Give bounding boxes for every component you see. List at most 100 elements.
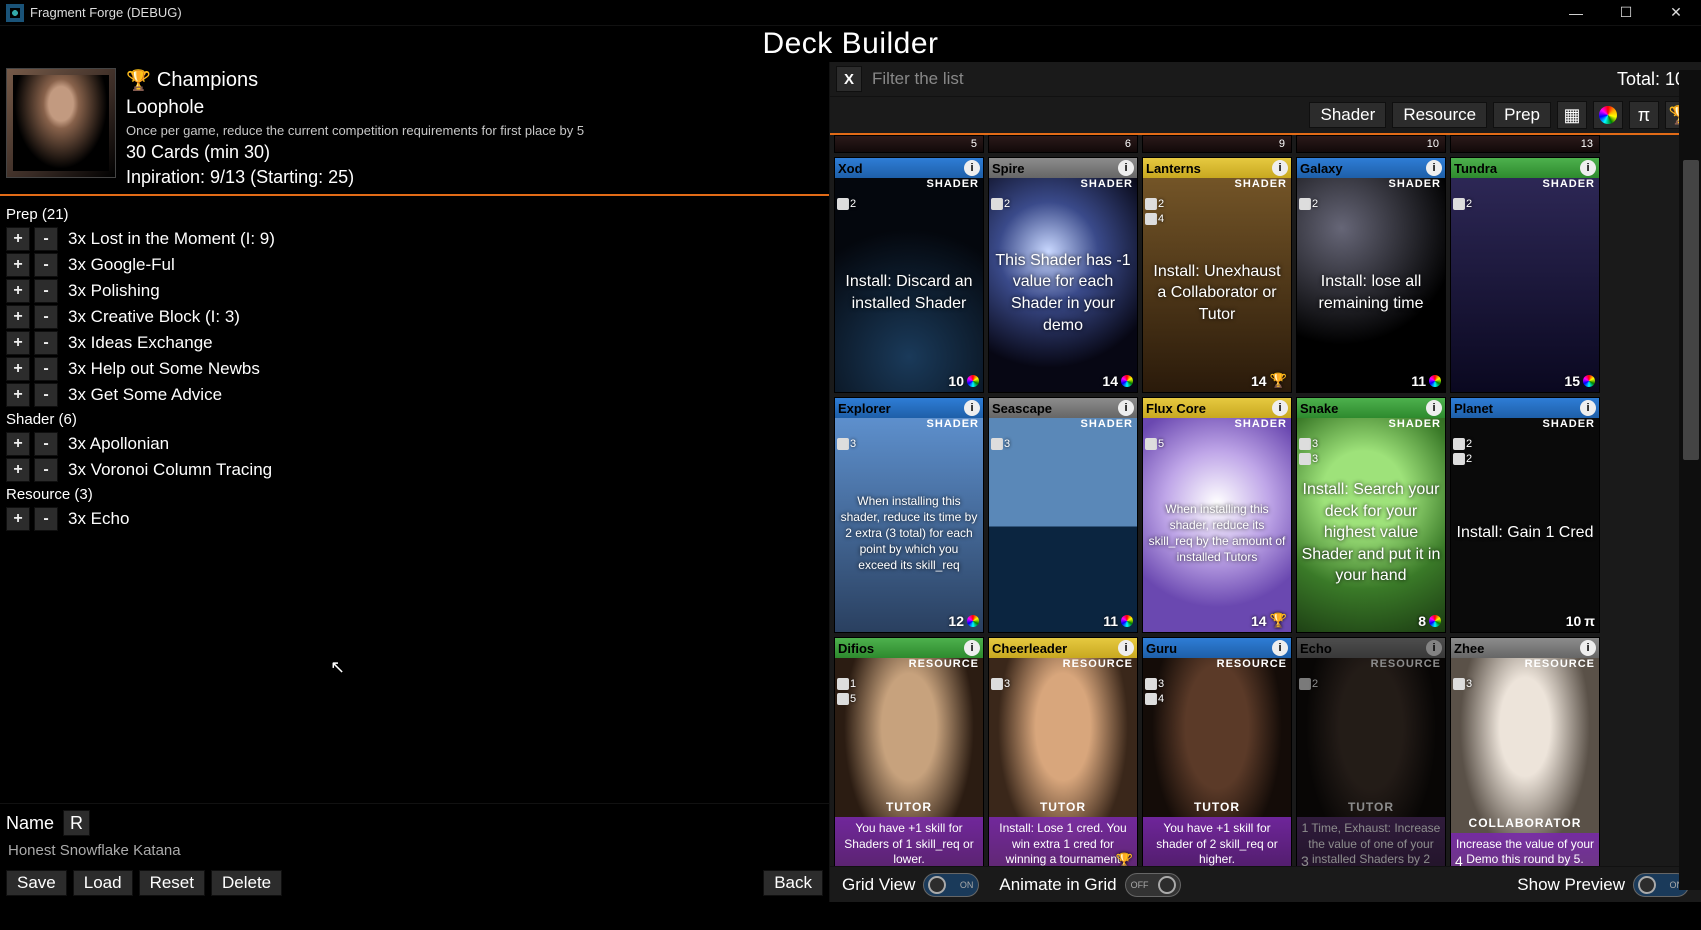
window-close[interactable]: ✕ [1651,0,1701,26]
gridview-label: Grid View [842,875,915,895]
partial-card[interactable]: 9 [1142,135,1292,153]
deck-row: +-3x Ideas Exchange [6,331,823,355]
partial-card[interactable]: 5 [834,135,984,153]
card[interactable]: Flux CoreiSHADER5When installing this sh… [1142,397,1292,633]
cat-resource[interactable]: Resource [1392,102,1487,128]
deck-row: +-3x Echo [6,507,823,531]
partial-card[interactable]: 10 [1296,135,1446,153]
reset-button[interactable]: Reset [139,870,205,896]
filter-input[interactable] [870,67,1609,91]
load-button[interactable]: Load [73,870,133,896]
minus-button[interactable]: - [34,279,58,303]
category-row: Shader Resource Prep ▦ π 🏆 [830,97,1701,135]
minus-button[interactable]: - [34,383,58,407]
grid-scrollbar[interactable] [1679,70,1701,890]
card[interactable]: SeascapeiSHADER311 [988,397,1138,633]
partial-card[interactable]: 6 [988,135,1138,153]
deck-row: +-3x Google-Ful [6,253,823,277]
champion-name: Loophole [126,97,823,119]
delete-button[interactable]: Delete [211,870,282,896]
card[interactable]: CheerleaderiRESOURCE3TUTORInstall: Lose … [988,637,1138,866]
champion-desc: Once per game, reduce the current compet… [126,123,823,138]
plus-button[interactable]: + [6,331,30,355]
animate-toggle[interactable]: OFF [1125,873,1181,897]
card[interactable]: TundraiSHADER215 [1450,157,1600,393]
card[interactable]: LanternsiSHADER24Install: Unexhaust a Co… [1142,157,1292,393]
minus-button[interactable]: - [34,507,58,531]
champion-inspiration: Inpiration: 9/13 (Starting: 25) [126,167,823,188]
plus-button[interactable]: + [6,507,30,531]
card[interactable]: XodiSHADER2Install: Discard an installed… [834,157,984,393]
section-prep-label: Prep (21) [6,206,823,223]
animate-label: Animate in Grid [999,875,1116,895]
deck-item-label: 3x Voronoi Column Tracing [68,460,272,480]
cat-rainbow-icon[interactable] [1593,101,1623,129]
plus-button[interactable]: + [6,432,30,456]
window-minimize[interactable]: — [1551,0,1601,26]
partial-card[interactable]: 13 [1450,135,1600,153]
minus-button[interactable]: - [34,331,58,355]
clear-filter-button[interactable]: X [836,66,862,92]
card[interactable]: GalaxyiSHADER2Install: lose all remainin… [1296,157,1446,393]
window-maximize[interactable]: ☐ [1601,0,1651,26]
minus-button[interactable]: - [34,458,58,482]
champion-portrait [6,68,116,178]
back-button[interactable]: Back [763,870,823,896]
plus-button[interactable]: + [6,227,30,251]
plus-button[interactable]: + [6,458,30,482]
plus-button[interactable]: + [6,253,30,277]
cat-prep[interactable]: Prep [1493,102,1551,128]
info-icon: i [1580,160,1596,176]
bottom-bar: Grid View ON Animate in Grid OFF Show Pr… [830,866,1701,902]
name-input[interactable]: R [63,810,90,836]
card-grid[interactable]: 5691013 XodiSHADER2Install: Discard an i… [830,135,1701,866]
save-button[interactable]: Save [6,870,67,896]
section-resource-label: Resource (3) [6,486,823,503]
plus-button[interactable]: + [6,305,30,329]
trophy-icon: 🏆 [126,68,151,93]
info-icon: i [1426,400,1442,416]
minus-button[interactable]: - [34,432,58,456]
minus-button[interactable]: - [34,227,58,251]
info-icon: i [964,160,980,176]
plus-button[interactable]: + [6,357,30,381]
deck-row: +-3x Get Some Advice [6,383,823,407]
minus-button[interactable]: - [34,357,58,381]
card[interactable]: DifiosiRESOURCE15TUTORYou have +1 skill … [834,637,984,866]
deck-row: +-3x Help out Some Newbs [6,357,823,381]
card[interactable]: ExploreriSHADER3When installing this sha… [834,397,984,633]
info-icon: i [1118,400,1134,416]
info-icon: i [964,400,980,416]
info-icon: i [1118,160,1134,176]
info-icon: i [1580,640,1596,656]
info-icon: i [1580,400,1596,416]
deck-row: +-3x Apollonian [6,432,823,456]
info-icon: i [964,640,980,656]
deck-item-label: 3x Ideas Exchange [68,333,213,353]
card[interactable]: SnakeiSHADER33Install: Search your deck … [1296,397,1446,633]
plus-button[interactable]: + [6,383,30,407]
minus-button[interactable]: - [34,305,58,329]
card[interactable]: ZheeiRESOURCE3COLLABORATORIncrease the v… [1450,637,1600,866]
section-shader-label: Shader (6) [6,411,823,428]
plus-button[interactable]: + [6,279,30,303]
app-icon [6,4,24,22]
cat-shader[interactable]: Shader [1309,102,1386,128]
name-label: Name R [6,810,823,836]
gridview-toggle[interactable]: ON [923,873,979,897]
cat-pi-icon[interactable]: π [1629,101,1659,129]
card[interactable]: PlanetiSHADER22Install: Gain 1 Cred10 π [1450,397,1600,633]
info-icon: i [1272,400,1288,416]
deck-item-label: 3x Help out Some Newbs [68,359,260,379]
card[interactable]: SpireiSHADER2This Shader has -1 value fo… [988,157,1138,393]
champion-panel: 🏆Champions Loophole Once per game, reduc… [0,62,829,196]
name-suggestion[interactable]: Honest Snowflake Katana [6,840,823,864]
champion-cards: 30 Cards (min 30) [126,142,823,163]
deck-item-label: 3x Apollonian [68,434,169,454]
card[interactable]: GuruiRESOURCE34TUTORYou have +1 skill fo… [1142,637,1292,866]
cat-noise-icon[interactable]: ▦ [1557,101,1587,129]
minus-button[interactable]: - [34,253,58,277]
card[interactable]: EchoiRESOURCE2TUTOR1 Time, Exhaust: Incr… [1296,637,1446,866]
info-icon: i [1272,160,1288,176]
window-titlebar: Fragment Forge (DEBUG) — ☐ ✕ [0,0,1701,26]
